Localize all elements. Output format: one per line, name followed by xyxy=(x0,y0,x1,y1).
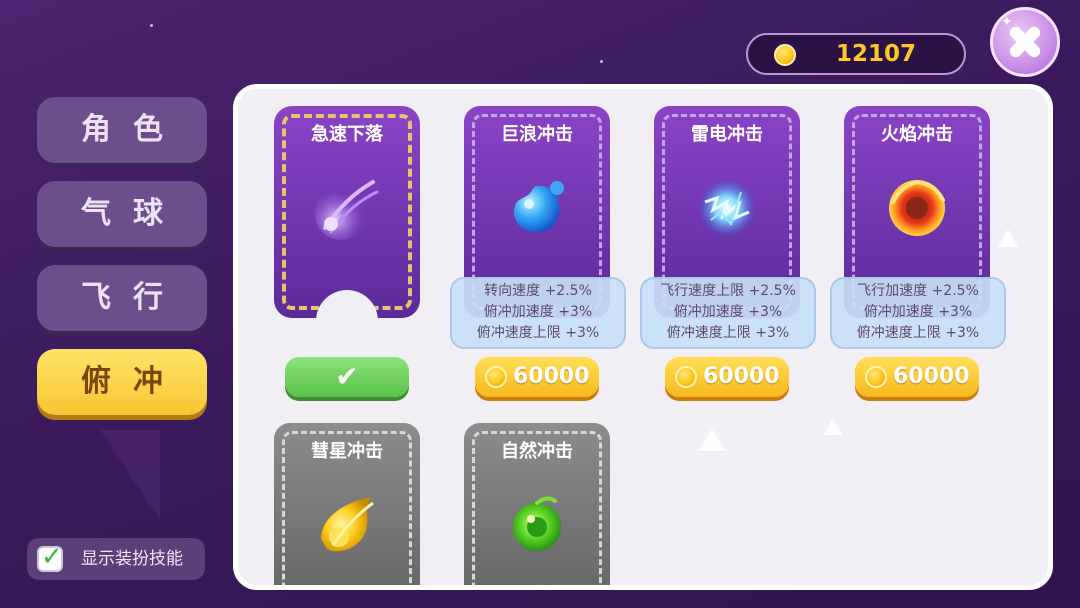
buy-button[interactable]: 60000 xyxy=(475,357,599,397)
stat-line: 转向速度 +2.5% xyxy=(484,283,592,299)
coin-counter: 12107 xyxy=(746,33,966,75)
show-skill-label: 显示装扮技能 xyxy=(81,549,183,569)
skill-panel: 急速下落 ✔ 巨浪冲击 转向速度 +2.5% 俯冲加速度 +3% 俯冲速度上限 … xyxy=(233,84,1053,590)
skill-stats: 转向速度 +2.5% 俯冲加速度 +3% 俯冲速度上限 +3% xyxy=(450,277,626,349)
checkbox[interactable]: ✓ xyxy=(37,542,63,572)
buy-button[interactable]: 60000 xyxy=(855,357,979,397)
star-decoration xyxy=(600,60,603,63)
stat-line: 俯冲速度上限 +3% xyxy=(856,325,980,341)
coin-icon xyxy=(865,366,887,388)
water-blob-icon xyxy=(513,181,564,233)
price: 60000 xyxy=(893,364,970,389)
skill-title: 巨浪冲击 xyxy=(501,124,573,145)
comet-gold-icon xyxy=(321,497,374,552)
meteor-purple-icon xyxy=(315,180,379,240)
decor-triangle xyxy=(698,429,726,451)
decor-triangle xyxy=(998,229,1018,247)
coin-icon xyxy=(675,366,697,388)
skill-card-nature[interactable]: 自然冲击 xyxy=(464,423,610,585)
skill-stats: 飞行速度上限 +2.5% 俯冲加速度 +3% 俯冲速度上限 +3% xyxy=(640,277,816,349)
stat-line: 俯冲加速度 +3% xyxy=(673,304,783,320)
stat-line: 飞行速度上限 +2.5% xyxy=(660,283,796,299)
skill-title: 急速下落 xyxy=(311,124,383,145)
close-icon xyxy=(1009,26,1041,58)
star-decoration xyxy=(150,24,153,27)
skill-title: 彗星冲击 xyxy=(311,441,383,462)
skill-card-rapid-fall[interactable]: 急速下落 xyxy=(274,106,420,352)
coin-icon xyxy=(485,366,507,388)
buy-button[interactable]: 60000 xyxy=(665,357,789,397)
tab-flight[interactable]: 飞行 xyxy=(37,265,207,331)
decor-triangle xyxy=(823,419,843,435)
price: 60000 xyxy=(513,364,590,389)
checkmark-icon: ✓ xyxy=(41,542,63,572)
skill-title: 雷电冲击 xyxy=(691,124,763,145)
card-notch xyxy=(316,290,378,352)
stat-line: 俯冲速度上限 +3% xyxy=(476,325,600,341)
lightning-ball-icon xyxy=(697,178,757,238)
close-button[interactable]: ✦ xyxy=(990,7,1060,77)
stat-line: 俯冲速度上限 +3% xyxy=(666,325,790,341)
skill-stats: 飞行加速度 +2.5% 俯冲加速度 +3% 俯冲速度上限 +3% xyxy=(830,277,1006,349)
tab-dive[interactable]: 俯冲 xyxy=(37,349,207,415)
background-shape xyxy=(40,430,160,520)
stat-line: 俯冲加速度 +3% xyxy=(863,304,973,320)
skill-title: 自然冲击 xyxy=(501,441,573,462)
skill-card-comet[interactable]: 彗星冲击 xyxy=(274,423,420,585)
show-skill-toggle[interactable]: ✓ 显示装扮技能 xyxy=(27,538,205,580)
tab-balloon[interactable]: 气球 xyxy=(37,181,207,247)
tab-character[interactable]: 角色 xyxy=(37,97,207,163)
price: 60000 xyxy=(703,364,780,389)
stat-line: 俯冲加速度 +3% xyxy=(483,304,593,320)
equipped-button[interactable]: ✔ xyxy=(285,357,409,397)
coin-icon xyxy=(774,44,796,66)
fire-ring-icon xyxy=(889,179,945,236)
nature-swirl-icon xyxy=(513,496,561,551)
skill-title: 火焰冲击 xyxy=(881,124,953,145)
coin-amount: 12107 xyxy=(835,41,917,67)
stat-line: 飞行加速度 +2.5% xyxy=(857,283,979,299)
